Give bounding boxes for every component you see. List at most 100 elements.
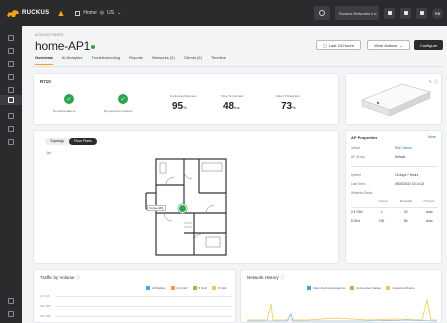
metric-value-connected: 95% [172,101,187,112]
legend-swatch [386,286,391,290]
access-points-icon[interactable] [8,97,14,103]
legend-swatch [192,286,197,290]
metric-value-throughput: 73% [281,101,296,112]
reports-icon[interactable] [8,126,14,132]
radio-cell: Auto [426,219,433,223]
prop-label: Last Seen [351,182,366,186]
alarm-button[interactable] [400,7,411,19]
prop-label: Venue [351,146,361,150]
access-point-image [360,83,432,117]
radio-cell: Auto [426,210,433,214]
clients-icon[interactable] [8,74,14,80]
legend-swatch [146,286,150,290]
ap-image-card: ✎ ⓘ [345,73,442,125]
legend-swatch [307,286,311,290]
settings-icon[interactable] [8,298,14,304]
legend-swatch [350,286,355,290]
incidents-status: No reported incidents [104,109,133,113]
legend-label[interactable]: Client Auth Associations [313,286,345,290]
view-toggle[interactable]: Topology Floor Plans [45,138,97,145]
prop-venue-link[interactable]: R&D Venue [395,146,412,150]
network-history-card: Network History ⓘ Client Auth Associatio… [240,269,442,323]
tenant-selector[interactable]: Ruckus Networks Inc [335,6,379,20]
collapse-icon[interactable] [8,311,14,317]
edit-icon[interactable]: ✎ [429,79,432,84]
time-range-label: Last 24 Hours [328,42,354,48]
tab-troubleshooting[interactable]: Troubleshooting [91,55,120,65]
ap-model: R710 [40,79,51,84]
history-title: Network History ⓘ [247,275,285,281]
alert-icon [403,11,408,15]
info-icon[interactable]: ⓘ [280,275,285,280]
configure-button[interactable]: Configure [414,40,443,50]
radio-band: 5 GHz [351,219,361,223]
help-button[interactable] [416,7,427,19]
admin-icon[interactable] [8,139,14,145]
y-tick: 600 MB [40,314,51,318]
notification-button[interactable] [384,7,395,19]
tab-overview[interactable]: Overview [35,55,53,65]
divider [351,207,438,208]
ap-properties-more[interactable]: More [428,135,436,139]
ruckus-logo[interactable]: RUCKUS ▲ [6,8,65,19]
info-icon[interactable]: ⓘ [76,275,81,280]
ap-marker-icon[interactable] [178,204,187,213]
more-actions-button[interactable]: More Actions ⌄ [367,40,410,50]
traffic-title-text: Traffic by Volume [40,275,75,280]
traffic-legend: All Radios 2.4 GHz 5 GHz 6 GHz [146,286,227,290]
alarms-status: No active alarms [53,109,76,113]
help-icon [419,11,424,15]
ap-properties-card: AP Properties More Venue R&D Venue AP Gr… [345,130,442,264]
toggle-floor-plans[interactable]: Floor Plans [69,138,97,145]
breadcrumb[interactable]: Home ◎ US ⌄ [75,10,121,16]
switch-icon[interactable] [8,113,14,119]
floor-plan-card: Topology Floor Plans 1st home-AP1 [33,130,339,264]
metric-unit: ms [234,105,240,110]
gridline [56,296,232,297]
metric-number: 73 [281,101,293,112]
y-tick: 1.2 GB [40,294,50,298]
metric-number: 48 [223,101,235,112]
prop-label: AP Group [351,155,365,159]
floor-selector[interactable]: 1st [46,151,51,155]
page-breadcrumb[interactable]: ACCESS POINTS [35,33,63,37]
region-selector[interactable]: US [107,10,114,16]
ai-analytics-icon[interactable] [8,48,14,54]
breadcrumb-home[interactable]: Home [83,10,96,16]
summary-card: R710 ✓ No active alarms ✓ No reported in… [33,73,339,125]
calendar-icon: ▢ [323,42,327,48]
tab-bar: Overview AI Analytics Troubleshooting Re… [35,55,235,65]
history-sparkline [247,299,437,322]
prop-value: Default [395,155,406,159]
radio-col-header: Bandwidth [399,200,413,203]
prop-value: 09/20/2022 10:14:22 [395,182,425,186]
metric-number: 95 [172,101,184,112]
search-button[interactable] [314,6,330,20]
legend-label[interactable]: Impacted Clients [392,286,414,290]
tab-ai-analytics[interactable]: AI Analytics [62,55,83,65]
tab-networks[interactable]: Networks (2) [152,55,175,65]
toggle-topology[interactable]: Topology [45,138,69,145]
legend-label[interactable]: 5 GHz [199,286,208,290]
legend-label[interactable]: Connection Failure [356,286,381,290]
dashboard-icon[interactable] [8,35,14,41]
brand-mark-icon: ▲ [56,8,66,18]
legend-label[interactable]: 2.4 GHz [177,286,188,290]
tab-clients[interactable]: Clients (4) [184,55,202,65]
info-icon[interactable]: ⓘ [434,79,438,85]
venues-icon[interactable] [8,61,14,67]
radio-col-header: Channel [378,200,388,203]
tab-timeline[interactable]: Timeline [211,55,226,65]
gridline [56,306,232,307]
legend-label[interactable]: All Radios [152,286,166,290]
time-range-button[interactable]: ▢ Last 24 Hours [316,40,361,50]
legend-label[interactable]: 6 GHz [218,286,227,290]
globe-icon: ◎ [99,10,105,16]
tab-reports[interactable]: Reports [129,55,143,65]
radio-cell: 20 [404,210,408,214]
ap-badge-label[interactable]: home-AP1 [147,205,167,211]
wifi-icon[interactable] [8,87,14,93]
legend-swatch [170,286,175,290]
prop-label: Wireless Radio [351,191,373,195]
avatar[interactable]: RB [432,7,443,19]
